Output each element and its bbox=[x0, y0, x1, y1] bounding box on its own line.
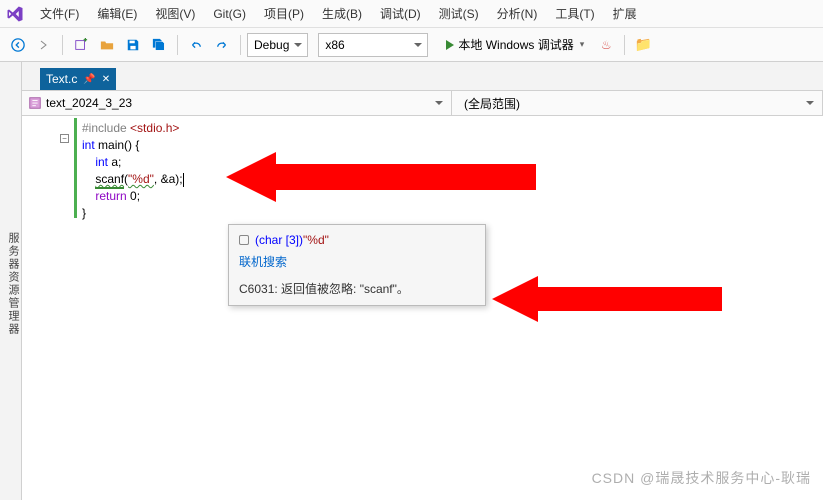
separator bbox=[177, 35, 178, 55]
tooltip-type: (char [3]) bbox=[255, 233, 303, 247]
menu-analyze[interactable]: 分析(N) bbox=[489, 1, 546, 26]
info-icon bbox=[239, 235, 249, 245]
visual-studio-logo-icon bbox=[6, 5, 24, 23]
navigation-bar: text_2024_3_23 (全局范围) bbox=[22, 90, 823, 116]
open-icon[interactable] bbox=[95, 33, 119, 57]
debugger-label: 本地 Windows 调试器 bbox=[458, 36, 573, 53]
sidebar-server-explorer[interactable]: 服务器资源管理器 bbox=[0, 62, 22, 500]
intellisense-tooltip: (char [3])"%d" 联机搜索 C6031: 返回值被忽略: "scan… bbox=[228, 224, 486, 306]
project-selector[interactable]: text_2024_3_23 bbox=[22, 91, 452, 115]
watermark: CSDN @瑞晟技术服务中心-耿瑞 bbox=[592, 468, 811, 488]
menu-test[interactable]: 测试(S) bbox=[431, 1, 487, 26]
change-indicator bbox=[74, 118, 77, 218]
undo-icon[interactable] bbox=[184, 33, 208, 57]
scope-label: (全局范围) bbox=[458, 95, 520, 112]
start-debugging-button[interactable]: 本地 Windows 调试器 ▾ bbox=[438, 33, 592, 57]
menu-build[interactable]: 生成(B) bbox=[314, 1, 370, 26]
annotation-arrow-1 bbox=[226, 152, 536, 202]
nav-forward-icon[interactable] bbox=[32, 33, 56, 57]
project-icon bbox=[28, 96, 42, 110]
configuration-select[interactable]: Debug bbox=[247, 33, 308, 57]
menu-file[interactable]: 文件(F) bbox=[32, 1, 87, 26]
toolbar: Debug x86 本地 Windows 调试器 ▾ ♨ 📁 bbox=[0, 28, 823, 62]
menu-extensions[interactable]: 扩展 bbox=[605, 1, 645, 26]
save-icon[interactable] bbox=[121, 33, 145, 57]
folder-icon[interactable]: 📁 bbox=[631, 33, 655, 57]
hot-reload-icon[interactable]: ♨ bbox=[594, 33, 618, 57]
pin-icon[interactable]: 📌 bbox=[83, 74, 95, 85]
new-project-icon[interactable] bbox=[69, 33, 93, 57]
menu-debug[interactable]: 调试(D) bbox=[372, 1, 429, 26]
tooltip-value: "%d" bbox=[303, 233, 329, 247]
collapse-toggle-icon[interactable]: − bbox=[60, 134, 69, 143]
scope-selector[interactable]: (全局范围) bbox=[452, 91, 823, 115]
separator bbox=[240, 35, 241, 55]
tab-filename: Text.c bbox=[46, 72, 77, 86]
online-search-link[interactable]: 联机搜索 bbox=[239, 253, 475, 270]
separator bbox=[624, 35, 625, 55]
menu-tools[interactable]: 工具(T) bbox=[547, 1, 602, 26]
menu-view[interactable]: 视图(V) bbox=[147, 1, 203, 26]
menu-git[interactable]: Git(G) bbox=[205, 3, 254, 25]
tab-text-c[interactable]: Text.c 📌 ✕ bbox=[40, 68, 116, 90]
editor-tabs: Text.c 📌 ✕ bbox=[22, 62, 823, 90]
nav-back-icon[interactable] bbox=[6, 33, 30, 57]
menu-bar: 文件(F) 编辑(E) 视图(V) Git(G) 项目(P) 生成(B) 调试(… bbox=[0, 0, 823, 28]
menu-edit[interactable]: 编辑(E) bbox=[89, 1, 145, 26]
menu-project[interactable]: 项目(P) bbox=[256, 1, 312, 26]
close-icon[interactable]: ✕ bbox=[102, 74, 110, 85]
redo-icon[interactable] bbox=[210, 33, 234, 57]
save-all-icon[interactable] bbox=[147, 33, 171, 57]
annotation-arrow-2 bbox=[492, 276, 722, 322]
separator bbox=[62, 35, 63, 55]
project-name: text_2024_3_23 bbox=[46, 96, 132, 110]
warning-message: C6031: 返回值被忽略: "scanf"。 bbox=[239, 280, 475, 297]
play-icon bbox=[446, 40, 454, 50]
platform-select[interactable]: x86 bbox=[318, 33, 428, 57]
gutter: − bbox=[22, 116, 78, 500]
